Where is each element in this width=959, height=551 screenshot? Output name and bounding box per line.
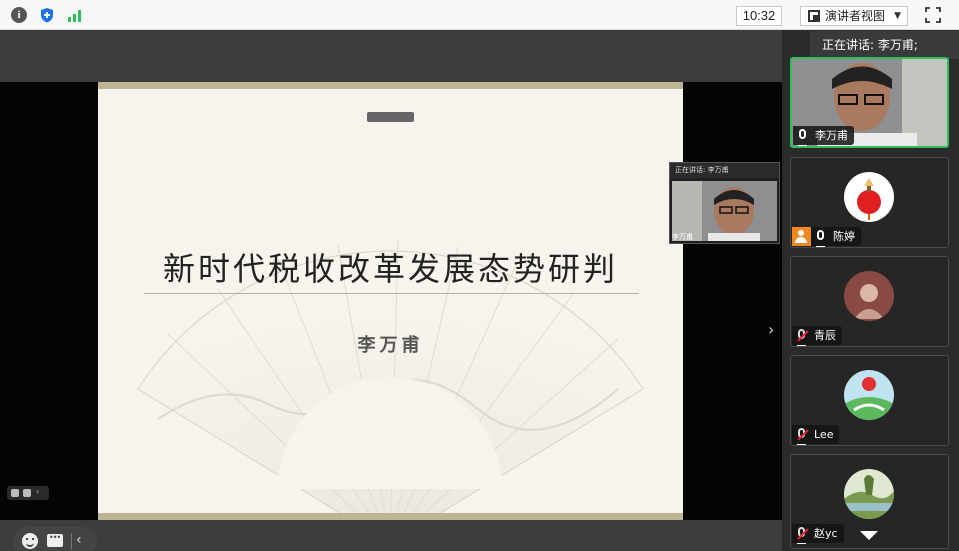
chat-icon[interactable]: [23, 489, 31, 497]
microphone-muted-icon: [797, 428, 806, 445]
avatar: [844, 271, 894, 321]
view-mode-dropdown[interactable]: 演讲者视图 ▼: [800, 6, 908, 26]
participant-name: 青辰: [814, 329, 836, 342]
participant-name: 陈婷: [833, 230, 855, 243]
participant-tile[interactable]: 陈婷: [790, 157, 949, 248]
avatar: [844, 370, 894, 420]
shield-icon[interactable]: [39, 7, 55, 23]
floating-video-name: 李万甫: [672, 233, 693, 241]
speaking-indicator: 正在讲话: 李万甫;: [810, 31, 959, 59]
info-icon[interactable]: i: [11, 7, 27, 23]
avatar: [844, 469, 894, 519]
top-toolbar: i 10:32 演讲者视图 ▼: [0, 0, 959, 30]
fan-background-image: [137, 240, 644, 513]
participant-name-tag: 陈婷: [811, 227, 861, 247]
bottom-control-bar: ‹: [13, 527, 97, 551]
participant-name-tag: 青辰: [792, 326, 842, 346]
fullscreen-icon[interactable]: [925, 7, 941, 23]
participant-name-tag: 赵yc: [792, 524, 844, 544]
chevron-right-icon[interactable]: ›: [768, 322, 778, 338]
floating-speaker-video[interactable]: 正在讲话: 李万甫 李万甫: [669, 162, 780, 244]
clock-display: 10:32: [736, 6, 782, 26]
participant-name-tag: 李万甫: [793, 126, 854, 146]
avatar: [844, 172, 894, 222]
participant-name: 李万甫: [815, 129, 848, 142]
floating-video-header: 正在讲话: 李万甫: [670, 163, 779, 178]
microphone-icon: [798, 129, 807, 146]
participant-name-tag: Lee: [792, 425, 840, 445]
layout-icon: [808, 10, 820, 22]
participant-tile[interactable]: 李万甫: [790, 57, 949, 148]
emoji-icon[interactable]: [22, 533, 38, 549]
participant-name: 赵yc: [814, 527, 838, 540]
chevron-left-icon[interactable]: ‹: [36, 487, 42, 496]
slide-divider: [144, 293, 639, 294]
participant-name: Lee: [814, 428, 834, 441]
host-icon: [792, 227, 811, 246]
floating-video-frame: [672, 181, 777, 241]
participant-tile[interactable]: 青辰: [790, 256, 949, 347]
slide-title: 新时代税收改革发展态势研判: [162, 250, 618, 288]
share-indicator[interactable]: [367, 112, 414, 122]
microphone-icon: [816, 230, 825, 247]
microphone-muted-icon: [797, 329, 806, 346]
shared-slide: 新时代税收改革发展态势研判 李万甫: [98, 82, 683, 520]
scroll-down-icon[interactable]: [860, 531, 878, 540]
signal-icon[interactable]: [67, 7, 83, 23]
view-mode-label: 演讲者视图: [825, 9, 886, 23]
emoji-icon[interactable]: [11, 489, 19, 497]
control-divider: [71, 533, 72, 549]
chevron-left-icon[interactable]: ‹: [76, 530, 82, 550]
participant-tile[interactable]: Lee: [790, 355, 949, 446]
main-stage: 新时代税收改革发展态势研判 李万甫 正在讲话: 李万甫 李万甫 › ‹ ••• …: [0, 30, 782, 551]
chat-icon[interactable]: [47, 533, 63, 547]
slide-author: 李万甫: [357, 335, 424, 356]
microphone-muted-icon: [797, 527, 806, 544]
mini-controls[interactable]: ‹: [7, 486, 49, 500]
chevron-down-icon: ▼: [894, 11, 901, 21]
